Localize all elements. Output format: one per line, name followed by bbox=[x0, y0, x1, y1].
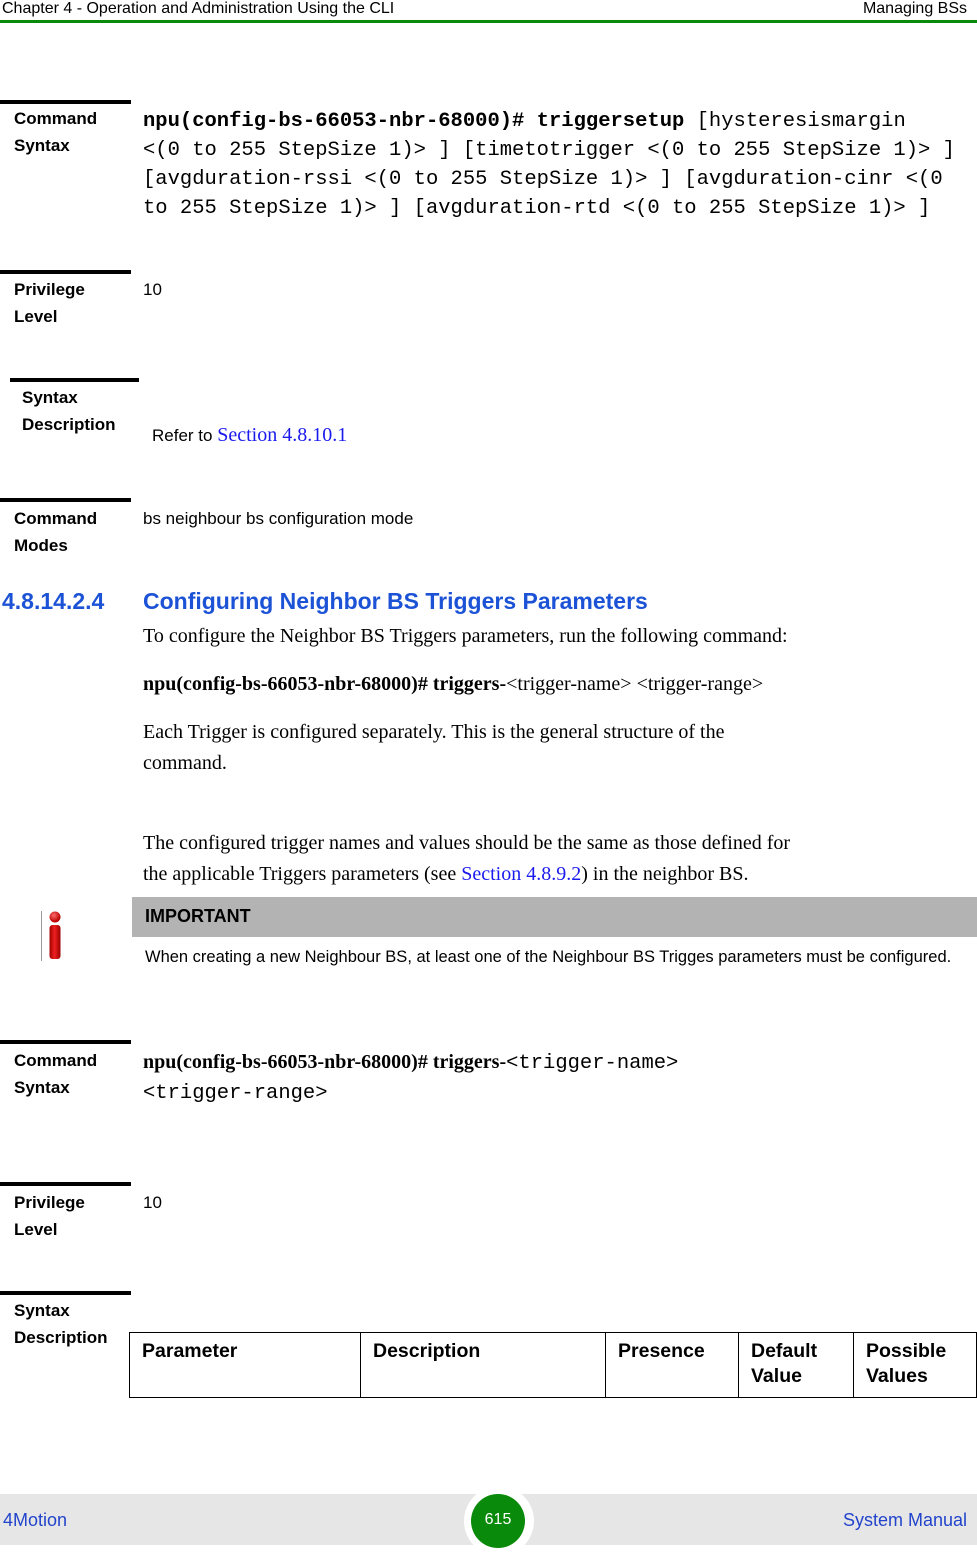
section-rule bbox=[0, 1182, 131, 1186]
section-heading: Configuring Neighbor BS Triggers Paramet… bbox=[143, 588, 648, 614]
manual-name: System Manual bbox=[842, 1510, 967, 1530]
note-divider bbox=[41, 911, 42, 961]
column-header-possible-values: Possible Values bbox=[853, 1332, 977, 1398]
trigger-names-paragraph: The configured trigger names and values … bbox=[143, 832, 791, 885]
command-modes-value: bs neighbour bs configuration mode bbox=[143, 509, 414, 528]
privilege-level-label: Privilege Level bbox=[14, 1193, 85, 1239]
column-header-description: Description bbox=[360, 1332, 606, 1398]
product-name: 4Motion bbox=[3, 1510, 68, 1530]
syntax-description-label: Syntax Description bbox=[14, 1301, 108, 1347]
info-icon bbox=[49, 911, 61, 959]
syntax-description-label: Syntax Description bbox=[22, 388, 116, 434]
column-header-default-value: Default Value bbox=[738, 1332, 854, 1398]
important-header-bar bbox=[132, 897, 977, 937]
section-number: 4.8.14.2.4 bbox=[2, 588, 105, 614]
command-syntax: npu(config-bs-66053-nbr-68000)# triggers… bbox=[143, 110, 955, 220]
column-header-presence: Presence bbox=[605, 1332, 739, 1398]
page-number: 615 bbox=[471, 1494, 525, 1548]
command-modes-label: Command Modes bbox=[14, 509, 98, 555]
command-syntax: npu(config-bs-66053-nbr-68000)# triggers… bbox=[143, 1051, 679, 1105]
important-title: IMPORTANT bbox=[145, 906, 251, 926]
section-rule bbox=[0, 270, 131, 274]
column-header-parameter: Parameter bbox=[129, 1332, 361, 1398]
intro-paragraph: To configure the Neighbor BS Triggers pa… bbox=[143, 625, 788, 647]
privilege-level-value: 10 bbox=[143, 280, 162, 299]
command-example: npu(config-bs-66053-nbr-68000)# triggers… bbox=[143, 673, 764, 695]
section-rule bbox=[10, 378, 139, 382]
chapter-title: Chapter 4 - Operation and Administration… bbox=[2, 0, 395, 17]
command-syntax-label: Command Syntax bbox=[14, 109, 98, 155]
privilege-level-value: 10 bbox=[143, 1193, 162, 1212]
header-divider bbox=[0, 20, 977, 23]
section-link[interactable]: Section 4.8.10.1 bbox=[217, 424, 347, 446]
section-rule bbox=[0, 1291, 131, 1295]
section-link[interactable]: Section 4.8.9.2 bbox=[461, 863, 581, 885]
section-title: Managing BSs bbox=[862, 0, 967, 17]
important-text: When creating a new Neighbour BS, at lea… bbox=[145, 948, 952, 966]
parameters-table: Parameter Description Presence Default V… bbox=[129, 1332, 977, 1398]
section-rule bbox=[0, 1040, 131, 1044]
section-rule bbox=[0, 498, 131, 502]
structure-paragraph: Each Trigger is configured separately. T… bbox=[143, 721, 725, 774]
syntax-description-text: Refer to Section 4.8.10.1 bbox=[152, 424, 348, 446]
section-rule bbox=[0, 100, 131, 104]
command-syntax-label: Command Syntax bbox=[14, 1051, 98, 1097]
privilege-level-label: Privilege Level bbox=[14, 280, 85, 326]
table-header-row: Parameter Description Presence Default V… bbox=[129, 1332, 977, 1398]
